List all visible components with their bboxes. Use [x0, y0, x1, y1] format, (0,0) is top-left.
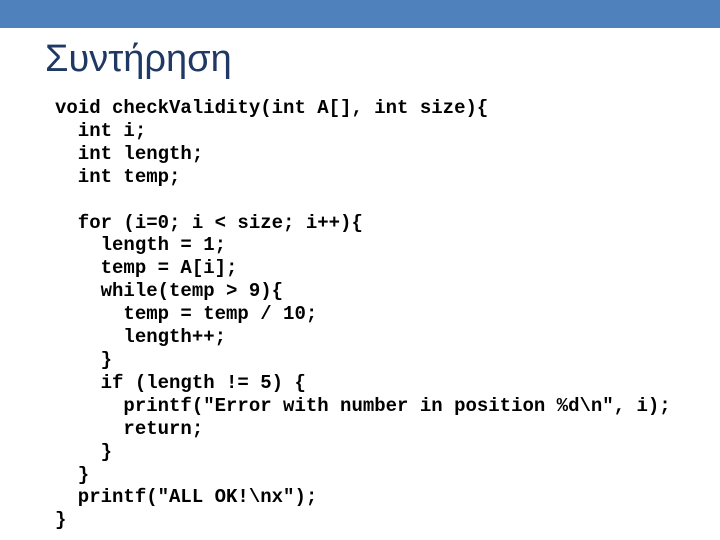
code-block: void checkValidity(int A[], int size){ i…	[55, 97, 671, 532]
code-line: temp = temp / 10;	[55, 303, 318, 326]
code-line: printf("Error with number in position %d…	[55, 394, 671, 417]
code-line: void checkValidity(int A[], int size){	[55, 97, 489, 119]
code-line: if (length != 5) {	[55, 371, 306, 394]
code-line: return;	[55, 417, 204, 440]
code-line: temp = A[i];	[55, 257, 238, 280]
code-line: int i;	[55, 119, 147, 142]
code-line: for (i=0; i < size; i++){	[55, 211, 363, 234]
code-line: }	[55, 440, 113, 463]
code-line: }	[55, 463, 90, 486]
code-line: length++;	[55, 326, 227, 349]
code-line: printf("ALL OK!\nx");	[55, 486, 318, 509]
header-bar	[0, 0, 720, 28]
code-line: length = 1;	[55, 234, 227, 257]
code-line: int temp;	[55, 165, 181, 188]
code-line: int length;	[55, 142, 204, 165]
code-line: }	[55, 348, 113, 371]
code-line: }	[55, 509, 67, 532]
code-line: while(temp > 9){	[55, 280, 284, 303]
code-line: ​	[55, 189, 671, 212]
slide-title: Συντήρηση	[45, 38, 232, 80]
